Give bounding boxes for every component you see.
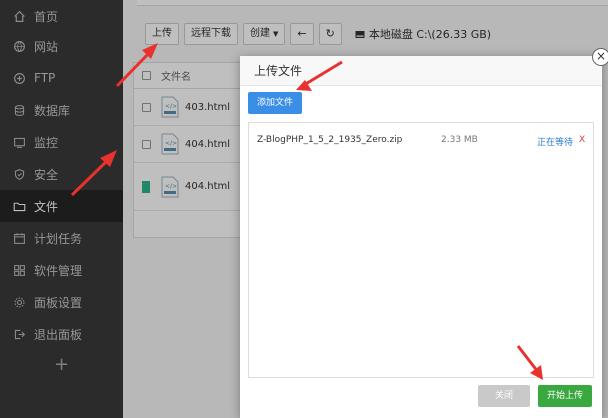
upload-file-size: 2.33 MB [441, 135, 478, 145]
upload-file-name: Z-BlogPHP_1_5_2_1935_Zero.zip [257, 135, 403, 145]
upload-file-list: Z-BlogPHP_1_5_2_1935_Zero.zip 2.33 MB 正在… [248, 122, 594, 378]
start-upload-button[interactable]: 开始上传 [538, 385, 592, 407]
close-button[interactable]: 关闭 [478, 385, 530, 407]
add-file-button[interactable]: 添加文件 [248, 92, 302, 114]
remove-file-button[interactable]: X [579, 135, 585, 145]
upload-file-status: 正在等待 [537, 138, 574, 148]
upload-modal: 上传文件 × 添加文件 Z-BlogPHP_1_5_2_1935_Zero.zi… [240, 48, 608, 418]
upload-file-row: Z-BlogPHP_1_5_2_1935_Zero.zip 2.33 MB 正在… [257, 135, 587, 151]
modal-close-icon[interactable]: × [592, 48, 608, 66]
modal-title: 上传文件 [240, 56, 602, 86]
